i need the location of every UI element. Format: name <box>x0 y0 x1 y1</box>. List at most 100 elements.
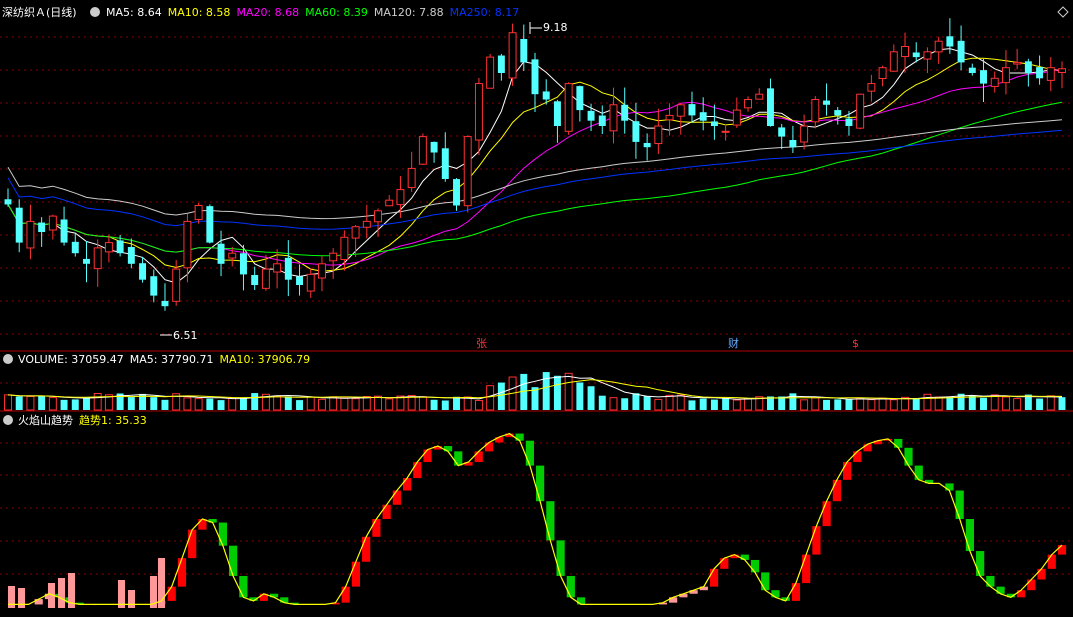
trend-bar <box>761 572 770 591</box>
candle-body-up <box>676 104 685 117</box>
volume-settings-icon[interactable] <box>3 354 13 364</box>
candle-body-up <box>665 114 674 121</box>
trend-bar <box>822 501 831 527</box>
volume-bar-down <box>722 398 730 410</box>
trend-bar <box>1047 554 1056 569</box>
trend-bar <box>546 501 555 541</box>
trend-bar <box>791 583 801 601</box>
trend-bar <box>515 433 524 441</box>
trend-bar <box>853 451 862 463</box>
trend-bar <box>566 575 575 598</box>
volume-bar-down <box>430 399 438 410</box>
volume-bar-up <box>934 396 943 411</box>
candle-body-up <box>463 136 472 207</box>
volume-bar-down <box>15 396 23 410</box>
candle-body-down <box>4 199 12 205</box>
candle-body-up <box>418 136 427 165</box>
volume-bar-up <box>183 397 192 411</box>
stock-chart-canvas[interactable]: 深纺织Ａ(日线) MA5: 8.64 MA10: 8.58 MA20: 8.68 MA… <box>0 0 1073 617</box>
volume-bar-down <box>1058 397 1066 410</box>
legend-item: MA5: 37790.71 <box>130 353 214 366</box>
trend-bar <box>1016 590 1026 598</box>
volume-bar-down <box>453 396 460 410</box>
candle-body-down <box>587 110 595 121</box>
candle-body-down <box>688 104 696 116</box>
candle-body-up <box>351 226 360 239</box>
candle-body-down <box>789 139 797 148</box>
candle-body-up <box>508 32 517 79</box>
volume-bar-down <box>217 400 225 410</box>
legend-item: MA250: 8.17 <box>450 6 520 19</box>
volume-bar-up <box>228 397 237 411</box>
candle-body-up <box>374 210 382 223</box>
candle-body-up <box>732 109 741 126</box>
event-marker-dividend[interactable]: $ <box>852 337 859 350</box>
volume-bar-up <box>744 398 753 411</box>
candle-body-up <box>800 125 809 143</box>
event-marker-zhang[interactable]: 张 <box>476 337 487 350</box>
trend-bar <box>392 490 401 505</box>
candle-body-up <box>1001 67 1010 84</box>
volume-bar-down <box>83 397 90 410</box>
high-price-label: 9.18 <box>543 21 568 34</box>
trend-bar <box>229 545 238 576</box>
candle-body-down <box>453 179 460 206</box>
volume-bar-up <box>1046 395 1055 411</box>
volume-bar-down <box>834 399 842 410</box>
candle-body-up <box>990 77 999 87</box>
candle-body-down <box>912 52 920 58</box>
low-price-label: 6.51 <box>173 329 198 342</box>
trend-bar <box>576 597 586 605</box>
legend-item: MA5: 8.64 <box>106 6 162 19</box>
indicator-legend: 火焰山趋势 趋势1: 35.33 <box>18 413 147 427</box>
volume-bar-down <box>968 395 976 410</box>
volume-bar-up <box>463 396 472 411</box>
volume-bar-down <box>823 399 831 410</box>
volume-bar-up <box>351 398 360 411</box>
candle-body-up <box>104 242 113 253</box>
trend-bar <box>362 536 371 562</box>
candle-body-up <box>261 268 270 289</box>
trend-bar <box>372 519 381 537</box>
volume-bar-down <box>161 399 169 410</box>
trend-bar <box>495 437 504 443</box>
trend-bar <box>965 519 974 552</box>
candle-body-up <box>1058 68 1066 73</box>
volume-bar-up <box>878 397 887 411</box>
candle-body-up <box>317 263 326 279</box>
trend-bar <box>1057 545 1067 555</box>
trend-bar <box>351 561 361 587</box>
legend-item: MA20: 8.68 <box>236 6 299 19</box>
candle-body-up <box>385 199 394 207</box>
volume-bar-up <box>990 394 999 411</box>
settings-dropdown-icon[interactable] <box>90 7 100 17</box>
trend-bar <box>484 442 494 452</box>
event-marker-finance[interactable]: 财 <box>728 336 739 350</box>
candle-body-down <box>778 127 786 137</box>
candle-body-up <box>93 247 102 270</box>
candle-body-up <box>934 40 943 53</box>
trend-bar <box>341 586 350 603</box>
volume-bar-up <box>1013 398 1022 411</box>
volume-bar-down <box>980 397 987 410</box>
volume-bar-up <box>374 395 382 411</box>
trend-bar <box>894 438 903 448</box>
candle-body-up <box>407 167 416 189</box>
candle-body-up <box>26 220 35 249</box>
stock-title: 深纺织Ａ(日线) <box>2 5 77 19</box>
candle-body-down <box>553 101 561 126</box>
volume-bar-down <box>845 399 853 410</box>
volume-bar-down <box>699 398 707 410</box>
trend-bar <box>402 478 412 491</box>
volume-bar-up <box>362 396 371 411</box>
trend-bar <box>945 483 954 491</box>
candle-body-down <box>127 247 135 264</box>
volume-bar-down <box>296 400 304 410</box>
volume-bar-up <box>800 399 809 411</box>
indicator-settings-icon[interactable] <box>3 415 13 425</box>
candle-body-down <box>710 121 718 126</box>
candle-body-up <box>878 67 887 80</box>
trend-bar <box>914 465 923 480</box>
candle-body-up <box>194 205 203 220</box>
volume-bar-up <box>654 398 663 411</box>
